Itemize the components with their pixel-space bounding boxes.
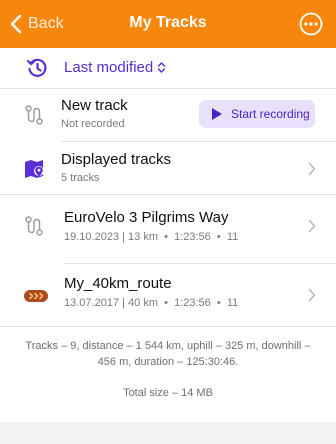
navigation-bar: Back My Tracks bbox=[0, 0, 336, 48]
track-details: 13.07.2017 | 40 km • 1:23:56 • 11 bbox=[64, 297, 239, 309]
total-size: Total size – 14 MB bbox=[123, 387, 213, 399]
track-row[interactable]: My_40km_route 13.07.2017 | 40 km • 1:23:… bbox=[0, 264, 336, 326]
displayed-tracks-count: 5 tracks bbox=[61, 172, 100, 184]
track-date: 13.07.2017 bbox=[64, 297, 120, 309]
track-duration: 1:23:56 bbox=[174, 297, 211, 309]
chevron-right-icon bbox=[308, 288, 316, 302]
tracks-list: Last modified New track Not recorded Sta… bbox=[0, 48, 336, 422]
route-icon bbox=[25, 105, 43, 125]
history-icon bbox=[26, 58, 47, 77]
track-name: My_40km_route bbox=[64, 275, 172, 292]
new-track-title: New track bbox=[61, 97, 128, 114]
sort-label: Last modified bbox=[64, 59, 154, 76]
track-details: 19.10.2023 | 13 km • 1:23:56 • 11 bbox=[64, 231, 239, 243]
track-distance: 13 km bbox=[128, 231, 159, 243]
track-points: 11 bbox=[226, 297, 239, 309]
chevron-right-icon bbox=[308, 219, 316, 233]
play-icon bbox=[212, 108, 222, 120]
track-date: 19.10.2023 bbox=[64, 231, 120, 243]
divider bbox=[0, 326, 336, 327]
new-track-status: Not recorded bbox=[61, 118, 125, 130]
route-icon bbox=[25, 216, 43, 236]
start-recording-button[interactable]: Start recording bbox=[199, 100, 315, 128]
track-name: EuroVelo 3 Pilgrims Way bbox=[64, 209, 229, 226]
gpx-route-icon bbox=[24, 290, 48, 302]
displayed-tracks-row[interactable]: Displayed tracks 5 tracks bbox=[0, 142, 336, 194]
new-track-row: New track Not recorded Start recording bbox=[0, 89, 336, 141]
sort-row: Last modified bbox=[0, 48, 336, 88]
map-pin-icon bbox=[25, 160, 44, 178]
chevron-right-icon bbox=[308, 162, 316, 176]
track-points: 11 bbox=[226, 231, 239, 243]
ellipsis-circle-icon[interactable] bbox=[299, 12, 323, 36]
track-duration: 1:23:56 bbox=[174, 231, 211, 243]
tracks-summary: Tracks – 9, distance – 1 544 km, uphill … bbox=[25, 340, 311, 368]
sort-selector[interactable]: Last modified bbox=[64, 59, 166, 76]
page-title: My Tracks bbox=[129, 14, 207, 31]
start-recording-label: Start recording bbox=[231, 107, 310, 121]
displayed-tracks-title: Displayed tracks bbox=[61, 151, 172, 168]
chevron-up-down-icon bbox=[157, 62, 166, 73]
track-row[interactable]: EuroVelo 3 Pilgrims Way 19.10.2023 | 13 … bbox=[0, 195, 336, 255]
track-distance: 40 km bbox=[128, 297, 159, 309]
